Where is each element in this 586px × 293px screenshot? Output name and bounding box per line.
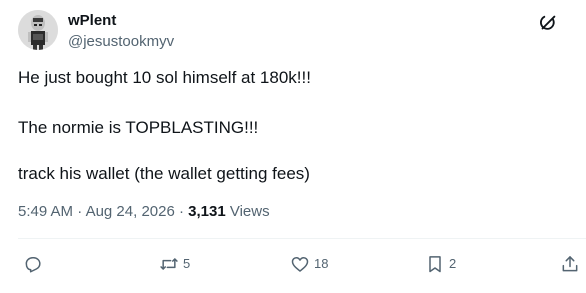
meta-separator: · (174, 203, 189, 220)
meta-separator: · (73, 203, 86, 220)
like-count: 18 (314, 256, 329, 271)
grok-slash-icon[interactable] (536, 11, 560, 35)
reply-icon (25, 257, 41, 273)
tweet-text-line: The normie is TOPBLASTING!!! (18, 118, 259, 137)
heart-icon (291, 257, 309, 272)
share-icon (562, 256, 578, 272)
tweet-text-line: track his wallet (the wallet getting fee… (18, 164, 310, 183)
views-count: 3,131 (188, 203, 226, 220)
repost-button[interactable]: 5 (159, 252, 190, 276)
views-label: Views (225, 203, 270, 220)
share-button[interactable] (560, 252, 580, 276)
bookmark-count: 2 (449, 256, 457, 271)
display-name[interactable]: wPlent (68, 12, 116, 30)
tweet-card: wPlent @jesustookmyv He just bought 10 s… (0, 0, 586, 293)
reply-button[interactable] (23, 252, 43, 276)
tweet-time[interactable]: 5:49 AM (18, 203, 73, 220)
tweet-text-line: He just bought 10 sol himself at 180k!!! (18, 68, 311, 87)
tweet-meta: 5:49 AM · Aug 24, 2026 · 3,131 Views (18, 203, 270, 221)
bookmark-icon (429, 256, 441, 273)
repost-icon (160, 258, 178, 270)
like-button[interactable]: 18 (290, 252, 328, 276)
cartoon-avatar-icon (18, 10, 58, 50)
tweet-date[interactable]: Aug 24, 2026 (86, 203, 175, 220)
avatar[interactable] (18, 10, 58, 50)
bookmark-button[interactable]: 2 (425, 252, 456, 276)
divider (18, 238, 586, 239)
user-handle[interactable]: @jesustookmyv (68, 33, 174, 51)
repost-count: 5 (183, 256, 191, 271)
